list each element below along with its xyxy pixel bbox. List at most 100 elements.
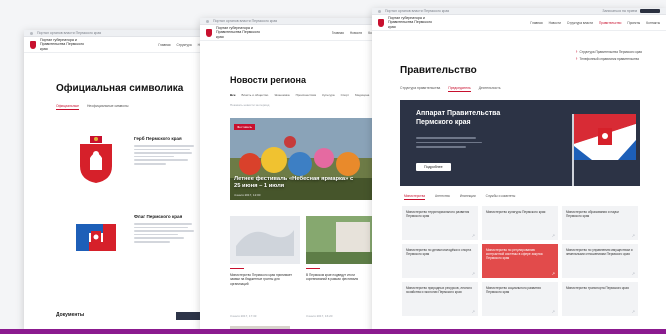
bottom-accent-bar	[0, 329, 666, 334]
coat-of-arms-info: Герб Пермского края	[134, 136, 194, 165]
news-page-window: Портал органов власти Пермского края Пор…	[200, 18, 388, 334]
side-link[interactable]: Структура Правительства Пермского края	[576, 50, 642, 54]
nav-item[interactable]: Структура власти	[567, 21, 593, 25]
topbar-text: Портал органов власти Пермского края	[37, 31, 102, 35]
main-nav: Главная Новости Структура власти Правите…	[530, 21, 660, 25]
symbols-page-window: Портал органов власти Пермского края Пор…	[24, 30, 216, 330]
government-tabs: Структура правительства Председатель Дея…	[400, 86, 666, 92]
nav-item[interactable]: Новости	[350, 31, 362, 35]
ministry-card[interactable]: Министерство культуры Пермского края	[482, 206, 558, 240]
accent-rule	[230, 268, 244, 269]
tab-ministries[interactable]: Министерства	[404, 194, 426, 200]
site-header: Портал губернатора и Правительства Пермс…	[24, 37, 216, 53]
tab-economy[interactable]: Экономика	[274, 93, 289, 97]
perm-flag-icon	[574, 114, 636, 160]
news-card-title[interactable]: В Пермском крае подведут итоги соревнова…	[306, 273, 374, 282]
flag-row: Флаг Пермского края	[76, 214, 216, 262]
coat-of-arms-row: Герб Пермского края	[76, 136, 216, 184]
accent-rule	[306, 268, 320, 269]
tab-sport[interactable]: Спорт	[341, 93, 349, 97]
news-card-title[interactable]: Министерство Пермского края принимает за…	[230, 273, 298, 286]
site-header: Портал губернатора и Правительства Пермс…	[200, 25, 388, 41]
hero-news-title[interactable]: Летнее фестиваль «Небесная ярмарка» с 25…	[234, 176, 354, 190]
ministry-card-highlighted[interactable]: Министерство по регулированию контрактно…	[482, 244, 558, 278]
nav-item[interactable]: Проекты	[627, 21, 640, 25]
browser-topbar: Портал органов власти Пермского края Зап…	[372, 8, 666, 15]
tab-incidents[interactable]: Происшествия	[296, 93, 317, 97]
side-link[interactable]: Телефонный справочник правительства	[576, 57, 642, 61]
ministry-card[interactable]: Министерство образования и науки Пермско…	[562, 206, 638, 240]
page-title: Официальная символика	[56, 83, 184, 94]
browser-topbar: Портал органов власти Пермского края	[200, 18, 388, 25]
tab-activity[interactable]: Деятельность	[479, 86, 501, 92]
ministry-card[interactable]: Министерство транспорта Пермского края	[562, 282, 638, 316]
nav-item[interactable]: Главная	[332, 31, 344, 35]
department-tabs: Министерства Агентства Инспекции Службы …	[404, 194, 515, 200]
hero-news-card[interactable]: Фестиваль Летнее фестиваль «Небесная ярм…	[230, 118, 376, 200]
tab-agencies[interactable]: Агентства	[435, 194, 450, 200]
symbol-tabs: Официальные Неофициальные символы	[56, 104, 216, 110]
details-button[interactable]: Подробнее	[416, 163, 451, 171]
news-card-image[interactable]	[306, 216, 376, 264]
documents-heading: Документы	[56, 312, 85, 318]
nav-item[interactable]: Правительство	[599, 21, 621, 25]
hero-category-badge: Фестиваль	[234, 124, 256, 130]
tab-culture[interactable]: Культура	[322, 93, 334, 97]
coat-of-arms-title[interactable]: Герб Пермского края	[134, 136, 194, 141]
ministries-grid: Министерство территориального развития П…	[402, 206, 638, 316]
coat-of-arms-icon	[80, 136, 112, 183]
hero-news-date: 4 июля 2017, 12:00	[234, 193, 261, 197]
topbar-text: Портал органов власти Пермского края	[213, 19, 278, 23]
news-card-date: 3 июля 2017, 16:20	[306, 314, 333, 318]
news-category-tabs: Все Власть и общество Экономика Происшес…	[230, 93, 388, 97]
news-card-image[interactable]	[230, 216, 300, 264]
ministry-card[interactable]: Министерство природных ресурсов, лесного…	[402, 282, 478, 316]
page-title: Новости региона	[230, 75, 306, 85]
description-lines	[134, 145, 194, 165]
tab-structure[interactable]: Структура правительства	[400, 86, 440, 92]
tab-unofficial[interactable]: Неофициальные символы	[87, 104, 128, 110]
nav-item[interactable]: Новости	[549, 21, 561, 25]
news-card-date: 3 июля 2017, 17:33	[230, 314, 257, 318]
org-name[interactable]: Портал губернатора и Правительства Пермс…	[40, 38, 88, 51]
tab-all[interactable]: Все	[230, 93, 236, 97]
description-lines	[134, 223, 194, 243]
site-dot-icon	[206, 19, 209, 23]
tab-services[interactable]: Службы и комитеты	[486, 194, 516, 200]
ministry-card[interactable]: Министерство по управлению имуществом и …	[562, 244, 638, 278]
flag-title[interactable]: Флаг Пермского края	[134, 214, 194, 219]
building-image	[306, 216, 376, 264]
tab-power[interactable]: Власть и общество	[242, 93, 269, 97]
org-name[interactable]: Портал губернатора и Правительства Пермс…	[388, 16, 436, 29]
tab-medicine[interactable]: Медицина	[355, 93, 369, 97]
ministry-card[interactable]: Министерство социального развития Пермск…	[482, 282, 558, 316]
nav-item[interactable]: Главная	[158, 43, 170, 47]
tab-inspections[interactable]: Инспекции	[460, 194, 476, 200]
browser-topbar: Портал органов власти Пермского края	[24, 30, 216, 37]
nav-item[interactable]: Главная	[530, 21, 542, 25]
government-page-window: Портал органов власти Пермского края Зап…	[372, 8, 666, 334]
login-link[interactable]: Записаться на прием	[602, 9, 637, 13]
ministry-card[interactable]: Министерство территориального развития П…	[402, 206, 478, 240]
banner-details	[416, 137, 482, 148]
account-button[interactable]	[640, 9, 660, 13]
topbar-actions: Записаться на прием	[602, 9, 660, 13]
topbar-text: Портал органов власти Пермского края	[385, 9, 450, 13]
period-filter-link[interactable]: Показать новости за период	[230, 103, 388, 107]
crest-icon[interactable]	[206, 28, 212, 37]
nav-item[interactable]: Структура	[177, 43, 192, 47]
site-dot-icon	[30, 31, 33, 35]
site-dot-icon	[378, 9, 381, 13]
crest-icon[interactable]	[378, 18, 384, 27]
org-name[interactable]: Портал губернатора и Правительства Пермс…	[216, 26, 264, 39]
ministry-card[interactable]: Министерство по делам молодёжи и спорта …	[402, 244, 478, 278]
nav-item[interactable]: Контакты	[646, 21, 660, 25]
tab-official[interactable]: Официальные	[56, 104, 79, 110]
tab-chairman[interactable]: Председатель	[448, 86, 471, 92]
apparatus-banner: Аппарат Правительства Пермского края Под…	[400, 100, 640, 186]
crest-icon[interactable]	[30, 40, 36, 49]
site-header: Портал губернатора и Правительства Пермс…	[372, 15, 666, 31]
flag-info: Флаг Пермского края	[134, 214, 194, 243]
side-links: Структура Правительства Пермского края Т…	[576, 50, 642, 61]
map-image	[236, 230, 294, 256]
